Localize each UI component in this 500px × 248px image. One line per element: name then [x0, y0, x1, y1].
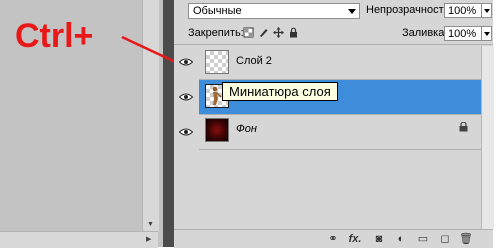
divider [199, 149, 493, 150]
fill-value: 100% [448, 28, 477, 40]
visibility-toggle[interactable] [174, 115, 199, 149]
layer-name[interactable]: Слой 2 [236, 55, 272, 67]
layers-bottom-toolbar: ⚭ fx. ◙ ◐ ▭ ◻ 🗑 [174, 229, 493, 248]
layer-row[interactable] [184, 45, 493, 79]
chevron-down-icon [484, 9, 490, 13]
blend-mode-select[interactable]: Обычные [188, 3, 360, 19]
fill-label: Заливка: [402, 27, 448, 39]
layer-thumbnail[interactable] [205, 50, 229, 74]
panel-edge [493, 0, 500, 247]
layers-scrollbar[interactable] [481, 46, 494, 229]
fill-field[interactable]: 100% [444, 26, 482, 41]
layer-thumbnail[interactable] [205, 118, 229, 142]
eye-icon [179, 58, 193, 66]
visibility-toggle[interactable] [174, 80, 199, 114]
link-icon[interactable]: ⚭ [326, 233, 340, 245]
new-layer-icon[interactable]: ◻ [438, 233, 452, 245]
opacity-dropdown-button[interactable] [482, 3, 492, 18]
mask-icon[interactable]: ◙ [372, 233, 386, 245]
lock-icon [459, 122, 468, 132]
eye-icon [179, 128, 193, 136]
blend-mode-value: Обычные [193, 5, 242, 17]
eye-icon [179, 93, 193, 101]
fill-dropdown-button[interactable] [482, 26, 492, 41]
adjustment-icon[interactable]: ◐ [394, 233, 408, 245]
chevron-down-icon [484, 32, 490, 36]
lock-transparent-pixels-icon[interactable] [243, 27, 254, 38]
chevron-down-icon [348, 9, 356, 14]
fx-icon[interactable]: fx. [348, 233, 362, 245]
layer-row[interactable] [184, 115, 493, 149]
folder-icon[interactable]: ▭ [416, 233, 430, 245]
opacity-field[interactable]: 100% [444, 3, 482, 18]
layer-name[interactable]: Фон [236, 123, 257, 135]
opacity-label: Непрозрачность: [366, 4, 453, 16]
lock-position-icon[interactable] [273, 27, 284, 38]
trash-icon[interactable]: 🗑 [459, 233, 473, 245]
lock-label: Закрепить: [188, 27, 244, 39]
visibility-toggle[interactable] [174, 45, 199, 79]
opacity-value: 100% [448, 5, 477, 17]
layer-thumbnail-tooltip: Миниатюра слоя [222, 82, 338, 101]
lock-all-icon[interactable] [288, 27, 299, 38]
lock-image-pixels-icon[interactable] [258, 27, 269, 38]
